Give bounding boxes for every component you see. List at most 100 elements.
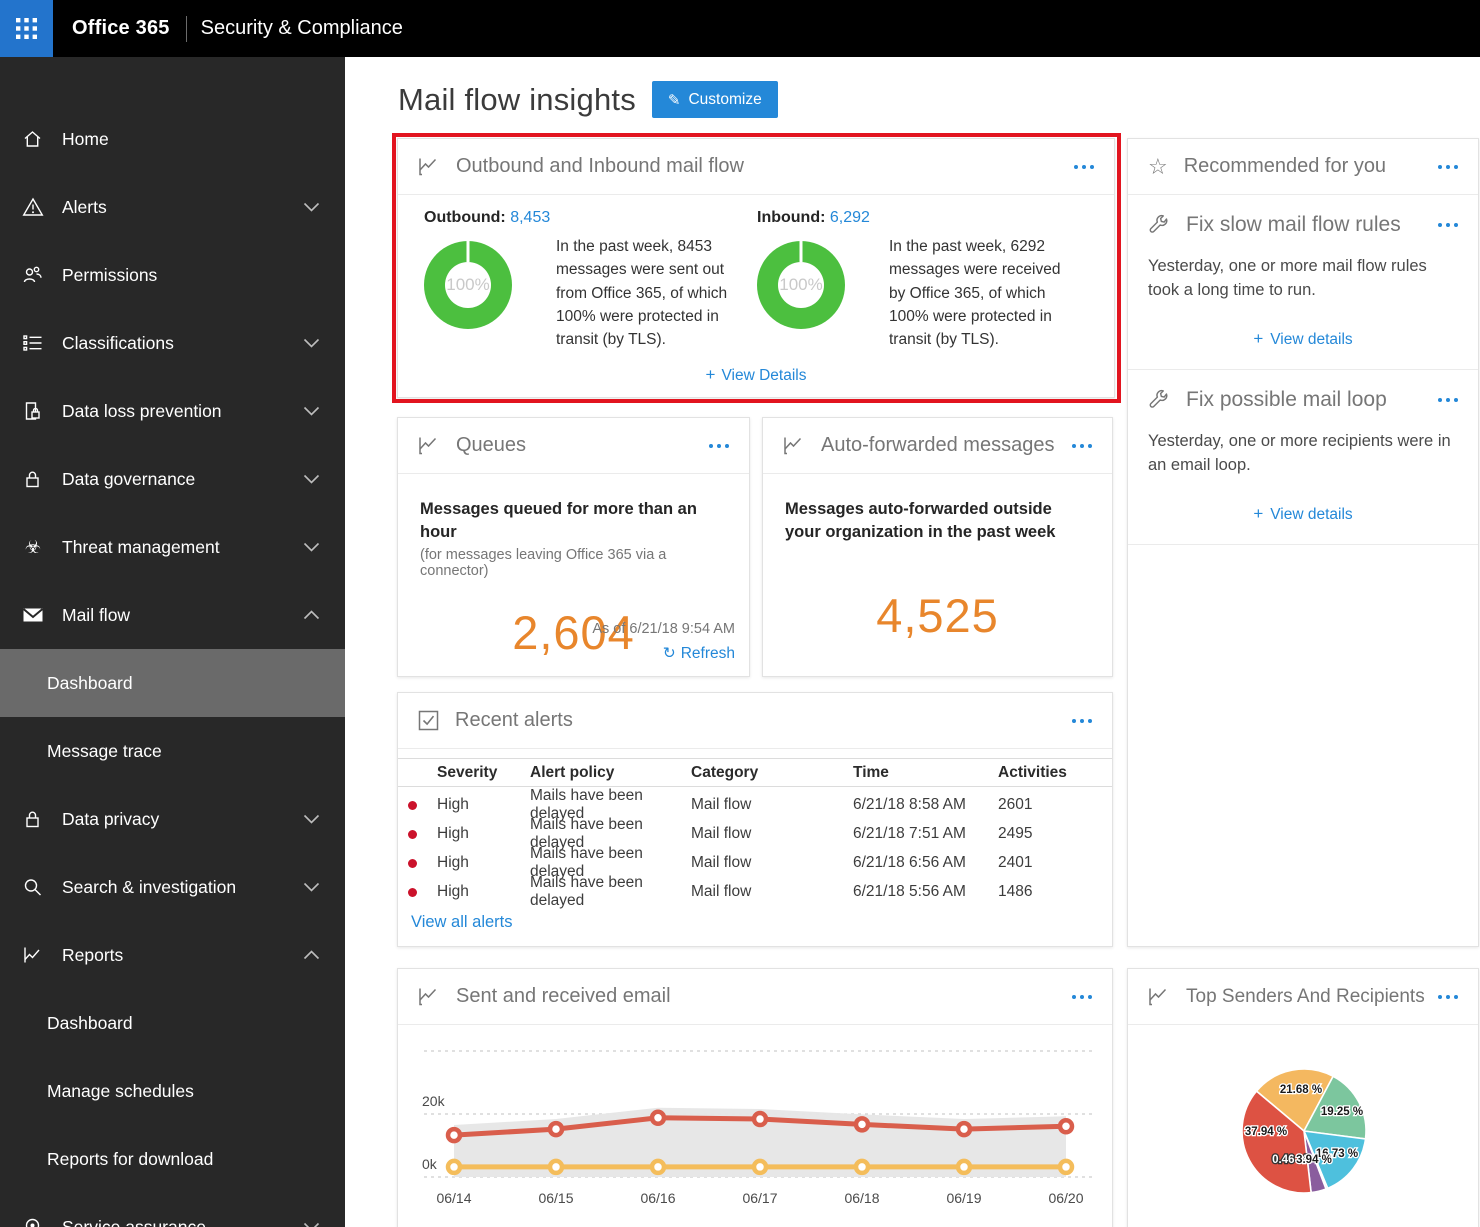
col-alert-policy: Alert policy <box>530 763 615 781</box>
cell: Mails have been delayed <box>530 874 643 909</box>
sidebar-item-label: Alerts <box>62 196 107 217</box>
view-details-link[interactable]: + View Details <box>398 365 1114 385</box>
outbound-section: Outbound: 8,453 100% In the past week, 8… <box>424 209 757 351</box>
lock-icon <box>22 469 48 489</box>
cell: 2401 <box>998 854 1033 871</box>
sidebar-item-search-investigation[interactable]: Search & investigation <box>0 853 345 921</box>
sidebar-item-data-privacy[interactable]: Data privacy <box>0 785 345 853</box>
inbound-tls-donut-chart: 100% <box>757 241 845 329</box>
cell: High <box>437 796 469 813</box>
cell: High <box>437 854 469 871</box>
sidebar-item-data-loss-prevention[interactable]: Data loss prevention <box>0 377 345 445</box>
table-row[interactable]: High Mails have been delayed Mail flow 6/21… <box>398 787 1112 822</box>
table-row[interactable]: High Mails have been delayed Mail flow 6/21… <box>398 816 1112 851</box>
cell: Mail flow <box>691 854 752 871</box>
sidebar-item-message-trace[interactable]: Message trace <box>0 717 345 785</box>
cell: High <box>437 883 469 900</box>
sidebar-item-alerts[interactable]: Alerts <box>0 173 345 241</box>
star-icon: ☆ <box>1148 153 1168 179</box>
mail-icon <box>22 605 48 625</box>
severity-dot-icon <box>408 858 417 868</box>
ellipsis-menu-icon[interactable] <box>1070 713 1094 729</box>
sidebar-item-classifications[interactable]: Classifications <box>0 309 345 377</box>
view-all-alerts-link[interactable]: View all alerts <box>411 913 513 932</box>
inbound-label: Inbound: 6,292 <box>757 209 870 226</box>
card-title: Auto-forwarded messages <box>821 434 1055 456</box>
search-icon <box>22 877 48 897</box>
main-content: Mail flow insights ✎ Customize Outbound … <box>345 57 1480 1227</box>
cell: 1486 <box>998 883 1033 900</box>
cell: 6/21/18 5:56 AM <box>853 883 966 900</box>
sidebar-item-label: Home <box>62 128 109 149</box>
line-chart-icon <box>418 436 440 455</box>
sidebar-item-threat-management[interactable]: ☣ Threat management <box>0 513 345 581</box>
view-details-link[interactable]: + View details <box>1128 478 1478 544</box>
app-name[interactable]: Security & Compliance <box>201 17 403 40</box>
ellipsis-menu-icon[interactable] <box>1436 989 1460 1005</box>
ellipsis-menu-icon[interactable] <box>1070 989 1094 1005</box>
sidebar-item-service-assurance[interactable]: Service assurance <box>0 1193 345 1227</box>
top-senders-card: Top Senders And Recipients 21.68 % 19.25 … <box>1127 968 1479 1227</box>
brand-office365[interactable]: Office 365 <box>72 17 170 40</box>
page-title: Mail flow insights <box>398 81 636 117</box>
outbound-label: Outbound: 8,453 <box>424 209 551 226</box>
reco-fix-slow-rules: Fix slow mail flow rules Yesterday, one … <box>1128 195 1478 370</box>
cell: Mail flow <box>691 825 752 842</box>
cell: 2601 <box>998 796 1033 813</box>
outbound-count-link[interactable]: 8,453 <box>510 209 550 226</box>
ellipsis-menu-icon[interactable] <box>1436 217 1460 233</box>
sidebar-item-label: Data governance <box>62 468 196 489</box>
sidebar-item-manage-schedules[interactable]: Manage schedules <box>0 1057 345 1125</box>
card-title: Recommended for you <box>1183 155 1387 177</box>
sidebar-item-label: Data loss prevention <box>62 400 222 421</box>
severity-dot-icon <box>408 829 417 839</box>
sidebar-item-dashboard[interactable]: Dashboard <box>0 989 345 1057</box>
cell: 6/21/18 7:51 AM <box>853 825 966 842</box>
col-activities: Activities <box>998 763 1067 781</box>
col-severity: Severity <box>437 763 498 781</box>
auto-forwarded-card: Auto-forwarded messages Messages auto-fo… <box>762 417 1113 677</box>
card-title: Recent alerts <box>455 709 573 731</box>
top-senders-pie-chart: 21.68 %19.25 %16.73 %0.46 %3.94 %37.94 % <box>1241 1068 1367 1194</box>
sidebar-item-label: Message trace <box>47 740 162 761</box>
sidebar-item-label: Manage schedules <box>47 1080 194 1101</box>
inbound-count-link[interactable]: 6,292 <box>830 209 870 226</box>
ellipsis-menu-icon[interactable] <box>1436 392 1460 408</box>
sidebar-item-label: Permissions <box>62 264 158 285</box>
svg-text:19.25 %: 19.25 % <box>1321 1106 1363 1118</box>
ellipsis-menu-icon[interactable] <box>1072 159 1096 175</box>
classifications-icon <box>22 333 48 353</box>
plus-icon: + <box>705 365 716 384</box>
reports-icon <box>22 945 48 965</box>
sidebar-item-label: Mail flow <box>62 604 131 625</box>
cell: 6/21/18 6:56 AM <box>853 854 966 871</box>
plus-icon: + <box>1253 328 1264 348</box>
reco-body-text: Yesterday, one or more recipients were i… <box>1148 431 1451 474</box>
refresh-link[interactable]: ↻ Refresh <box>663 644 735 663</box>
recommended-card: ☆ Recommended for you Fix slow mail flow… <box>1127 138 1479 947</box>
ellipsis-menu-icon[interactable] <box>707 438 731 454</box>
view-details-link[interactable]: + View details <box>1128 303 1478 369</box>
reco-title: Fix slow mail flow rules <box>1186 213 1401 236</box>
sidebar-item-home[interactable]: Home <box>0 105 345 173</box>
customize-button[interactable]: ✎ Customize <box>651 81 778 118</box>
sidebar-item-data-governance[interactable]: Data governance <box>0 445 345 513</box>
sidebar-item-reports[interactable]: Reports <box>0 921 345 989</box>
line-chart-icon <box>418 157 440 176</box>
sidebar-item-dashboard[interactable]: Dashboard <box>0 649 345 717</box>
autofwd-heading: Messages auto-forwarded outside your org… <box>785 500 1056 542</box>
table-row[interactable]: High Mails have been delayed Mail flow 6/21… <box>398 845 1112 880</box>
customize-label: Customize <box>688 90 762 108</box>
ellipsis-menu-icon[interactable] <box>1436 159 1460 175</box>
inbound-section: Inbound: 6,292 100% In the past week, 62… <box>757 209 1090 351</box>
table-row[interactable]: High Mails have been delayed Mail flow 6/21… <box>398 874 1112 909</box>
inbound-description: In the past week, 6292 messages were rec… <box>889 238 1061 348</box>
ellipsis-menu-icon[interactable] <box>1070 438 1094 454</box>
sidebar-item-permissions[interactable]: Permissions <box>0 241 345 309</box>
card-title: Outbound and Inbound mail flow <box>456 155 744 177</box>
sidebar-item-mail-flow[interactable]: Mail flow <box>0 581 345 649</box>
sidebar-item-reports-for-download[interactable]: Reports for download <box>0 1125 345 1193</box>
svg-text:06/17: 06/17 <box>742 1190 777 1206</box>
app-launcher-icon[interactable] <box>0 0 53 57</box>
lock-icon <box>22 809 48 829</box>
